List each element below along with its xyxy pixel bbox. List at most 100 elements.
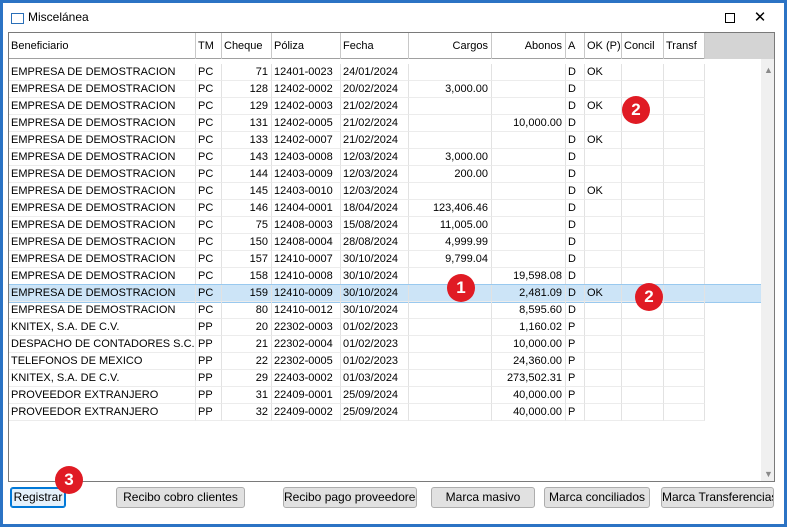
column-header-beneficiario[interactable]: Beneficiario [9, 33, 196, 59]
cell-abonos [492, 200, 566, 217]
cell-abonos [492, 132, 566, 149]
table-row[interactable]: PROVEEDOR EXTRANJERO PP 32 22409-0002 25/09/… [9, 404, 761, 421]
cell-ok [585, 268, 622, 285]
table-row[interactable]: EMPRESA DE DEMOSTRACION PC 145 12403-0010 12… [9, 183, 761, 200]
cell-cheque: 145 [222, 183, 272, 200]
cell-ok: OK [585, 132, 622, 149]
cell-poliza: 12403-0008 [272, 149, 341, 166]
cell-concil [622, 132, 664, 149]
cell-ok: OK [585, 285, 622, 302]
cell-ok [585, 149, 622, 166]
column-header-transf[interactable]: Transf [664, 33, 705, 59]
cell-beneficiario: DESPACHO DE CONTADORES S.C. [9, 336, 196, 353]
cell-concil [622, 200, 664, 217]
cell-a: D [566, 115, 585, 132]
table-row[interactable]: EMPRESA DE DEMOSTRACION PC 150 12408-0004 28… [9, 234, 761, 251]
scroll-up-icon[interactable]: ▲ [761, 65, 774, 75]
table-row[interactable]: EMPRESA DE DEMOSTRACION PC 146 12404-0001 18… [9, 200, 761, 217]
table-row[interactable]: EMPRESA DE DEMOSTRACION PC 131 12402-0005 21… [9, 115, 761, 132]
cell-cargos [409, 115, 492, 132]
cell-tm: PC [196, 166, 222, 183]
cell-transf [664, 81, 705, 98]
recibo-pago-proveedores-button[interactable]: Recibo pago proveedores [283, 487, 417, 508]
cell-ok [585, 370, 622, 387]
header-filler [705, 33, 774, 59]
column-header-cargos[interactable]: Cargos [409, 33, 492, 59]
cell-concil [622, 387, 664, 404]
cell-transf [664, 166, 705, 183]
cell-beneficiario: EMPRESA DE DEMOSTRACION [9, 183, 196, 200]
window-title: Miscelánea [28, 10, 89, 24]
table-row[interactable]: EMPRESA DE DEMOSTRACION PC 144 12403-0009 12… [9, 166, 761, 183]
cell-a: P [566, 319, 585, 336]
cell-concil [622, 353, 664, 370]
table-row[interactable]: TELEFONOS DE MEXICO PP 22 22302-0005 01/02/2… [9, 353, 761, 370]
cell-concil [622, 336, 664, 353]
annotation-badge-1: 1 [447, 274, 475, 302]
cell-ok [585, 387, 622, 404]
cell-ok [585, 115, 622, 132]
cell-fecha: 30/10/2024 [341, 285, 409, 302]
cell-cargos [409, 387, 492, 404]
close-icon[interactable]: ✕ [751, 9, 769, 27]
cell-fecha: 25/09/2024 [341, 404, 409, 421]
title-bar[interactable]: Miscelánea ✕ [3, 3, 780, 29]
cell-poliza: 12402-0007 [272, 132, 341, 149]
table-row[interactable]: EMPRESA DE DEMOSTRACION PC 157 12410-0007 30… [9, 251, 761, 268]
cell-cargos: 9,799.04 [409, 251, 492, 268]
cell-fecha: 18/04/2024 [341, 200, 409, 217]
cell-cargos [409, 302, 492, 319]
cell-beneficiario: EMPRESA DE DEMOSTRACION [9, 285, 196, 302]
column-header-a[interactable]: A [566, 33, 585, 59]
table-row[interactable]: DESPACHO DE CONTADORES S.C. PP 21 22302-000… [9, 336, 761, 353]
table-row[interactable]: KNITEX, S.A. DE C.V. PP 29 22403-0002 01/03/… [9, 370, 761, 387]
marca-transferencias-button[interactable]: Marca Transferencias [661, 487, 774, 508]
table-row[interactable]: EMPRESA DE DEMOSTRACION PC 71 12401-0023 24/… [9, 64, 761, 81]
column-header-tm[interactable]: TM [196, 33, 222, 59]
cell-transf [664, 115, 705, 132]
cell-tm: PP [196, 319, 222, 336]
cell-cheque: 159 [222, 285, 272, 302]
column-header-concil[interactable]: Concil [622, 33, 664, 59]
cell-cargos [409, 404, 492, 421]
marca-conciliados-button[interactable]: Marca conciliados [544, 487, 650, 508]
registrar-button[interactable]: Registrar [10, 487, 66, 508]
cell-a: D [566, 132, 585, 149]
table-row[interactable]: EMPRESA DE DEMOSTRACION PC 143 12403-0008 12… [9, 149, 761, 166]
cell-ok: OK [585, 98, 622, 115]
recibo-cobro-clientes-button[interactable]: Recibo cobro clientes [116, 487, 245, 508]
marca-masivo-button[interactable]: Marca masivo [431, 487, 535, 508]
table-row[interactable]: EMPRESA DE DEMOSTRACION PC 75 12408-0003 15/… [9, 217, 761, 234]
cell-fecha: 12/03/2024 [341, 149, 409, 166]
scroll-down-icon[interactable]: ▼ [761, 469, 774, 479]
cell-abonos [492, 251, 566, 268]
column-header-poliza[interactable]: Póliza [272, 33, 341, 59]
cell-transf [664, 149, 705, 166]
cell-ok [585, 319, 622, 336]
column-header-abonos[interactable]: Abonos [492, 33, 566, 59]
cell-fecha: 01/02/2023 [341, 336, 409, 353]
annotation-badge-3: 3 [55, 466, 83, 494]
cell-poliza: 22302-0005 [272, 353, 341, 370]
table-row[interactable]: EMPRESA DE DEMOSTRACION PC 128 12402-0002 20… [9, 81, 761, 98]
column-header-ok[interactable]: OK (P) [585, 33, 622, 59]
maximize-icon[interactable] [721, 9, 739, 27]
cell-cargos: 200.00 [409, 166, 492, 183]
cell-poliza: 12402-0003 [272, 98, 341, 115]
column-header-cheque[interactable]: Cheque [222, 33, 272, 59]
cell-cheque: 29 [222, 370, 272, 387]
data-grid[interactable]: Beneficiario TM Cheque Póliza Fecha Carg… [8, 32, 775, 482]
table-row[interactable]: EMPRESA DE DEMOSTRACION PC 133 12402-0007 21… [9, 132, 761, 149]
cell-transf [664, 370, 705, 387]
cell-cheque: 158 [222, 268, 272, 285]
cell-cheque: 131 [222, 115, 272, 132]
cell-cargos [409, 370, 492, 387]
cell-fecha: 24/01/2024 [341, 64, 409, 81]
vertical-scrollbar[interactable]: ▲ ▼ [761, 59, 774, 481]
column-header-fecha[interactable]: Fecha [341, 33, 409, 59]
table-row[interactable]: KNITEX, S.A. DE C.V. PP 20 22302-0003 01/02/… [9, 319, 761, 336]
table-row[interactable]: PROVEEDOR EXTRANJERO PP 31 22409-0001 25/09/… [9, 387, 761, 404]
window-icon [11, 13, 24, 24]
cell-tm: PP [196, 404, 222, 421]
cell-cheque: 75 [222, 217, 272, 234]
